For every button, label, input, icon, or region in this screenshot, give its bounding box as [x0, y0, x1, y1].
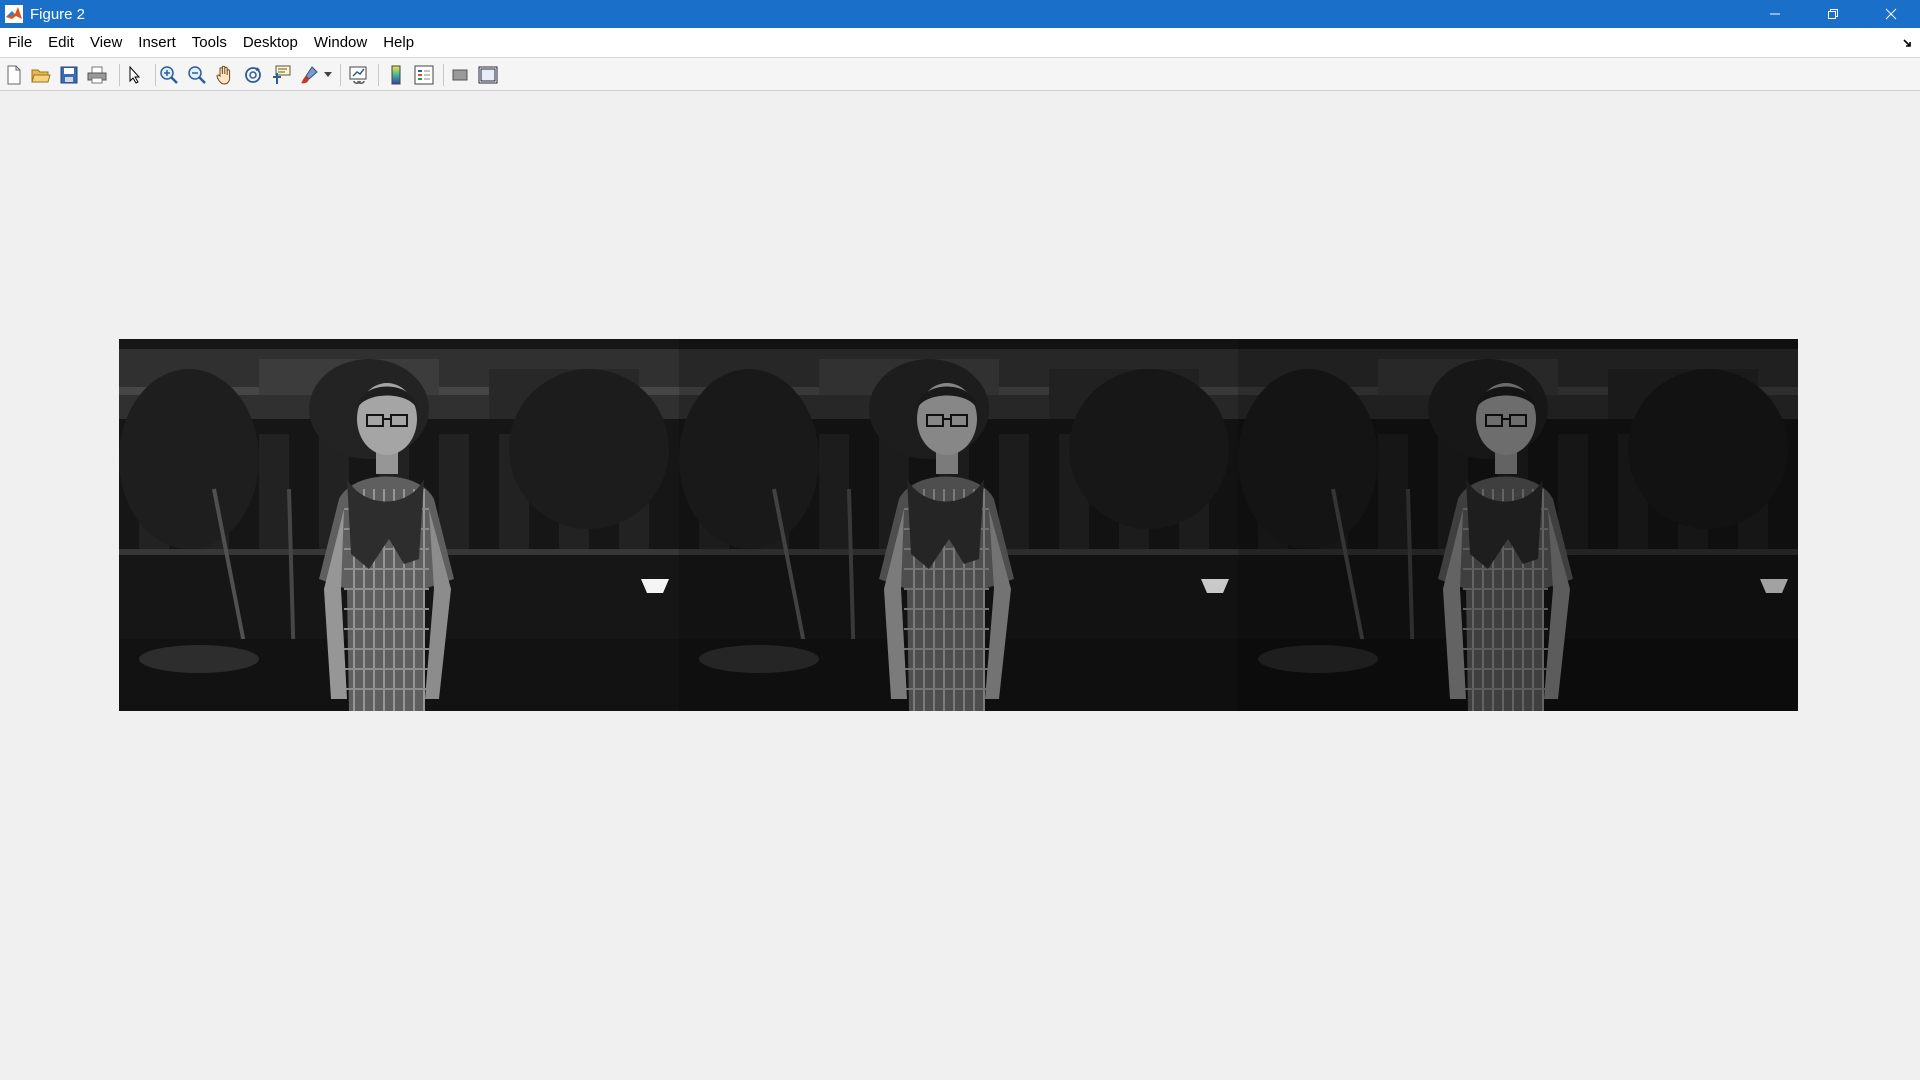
print-figure-icon [87, 66, 107, 84]
menu-bar: File Edit View Insert Tools Desktop Wind… [0, 28, 1920, 58]
data-cursor-button[interactable] [270, 64, 292, 86]
close-button[interactable] [1862, 0, 1920, 28]
hide-plot-tools-button[interactable] [449, 64, 471, 86]
link-plot-button[interactable] [348, 64, 370, 86]
chevron-down-icon [324, 72, 332, 77]
open-file-icon [31, 69, 51, 83]
show-plot-tools-icon [478, 66, 498, 84]
new-figure-button[interactable] [3, 64, 25, 86]
image-panel-2 [678, 339, 1239, 711]
menu-window[interactable]: Window [306, 28, 375, 58]
window-title: Figure 2 [30, 5, 86, 23]
restore-button[interactable] [1804, 0, 1862, 28]
print-figure-button[interactable] [86, 64, 108, 86]
link-plot-icon [349, 66, 367, 84]
menu-file[interactable]: File [0, 28, 40, 58]
dock-arrow-icon[interactable] [1902, 37, 1914, 49]
title-bar[interactable]: Figure 2 [0, 0, 1920, 28]
show-plot-tools-button[interactable] [477, 64, 499, 86]
rotate-3d-icon [245, 67, 261, 83]
insert-legend-button[interactable] [413, 64, 435, 86]
pan-hand-icon [216, 65, 231, 85]
menu-edit[interactable]: Edit [40, 28, 82, 58]
edit-plot-button[interactable] [124, 64, 146, 86]
zoom-out-icon [188, 66, 206, 84]
image-panel-3 [1238, 339, 1798, 711]
open-file-button[interactable] [30, 64, 52, 86]
menu-insert[interactable]: Insert [130, 28, 184, 58]
minimize-icon [1770, 13, 1780, 15]
zoom-in-icon [160, 66, 178, 84]
insert-colorbar-button[interactable] [385, 64, 407, 86]
menu-help[interactable]: Help [375, 28, 422, 58]
menu-tools[interactable]: Tools [184, 28, 235, 58]
image-panel-1 [119, 339, 679, 711]
save-figure-icon [60, 66, 78, 84]
restore-icon [1828, 9, 1838, 19]
hide-plot-tools-icon [452, 69, 468, 81]
image-axes[interactable] [119, 339, 1798, 711]
close-icon [1885, 8, 1897, 20]
zoom-in-button[interactable] [158, 64, 180, 86]
matlab-logo-icon [5, 5, 23, 23]
brush-button[interactable] [298, 64, 320, 86]
insert-colorbar-icon [391, 65, 401, 85]
pan-button[interactable] [214, 64, 236, 86]
menu-desktop[interactable]: Desktop [235, 28, 306, 58]
rotate-3d-button[interactable] [242, 64, 264, 86]
insert-legend-icon [414, 65, 434, 85]
zoom-out-button[interactable] [186, 64, 208, 86]
brush-icon [301, 66, 318, 84]
new-figure-icon [7, 65, 21, 85]
figure-toolbar [0, 58, 1920, 91]
data-cursor-icon [273, 65, 291, 84]
menu-view[interactable]: View [82, 28, 130, 58]
edit-plot-arrow-icon [129, 66, 141, 84]
brush-dropdown[interactable] [323, 64, 333, 86]
save-figure-button[interactable] [58, 64, 80, 86]
minimize-button[interactable] [1746, 0, 1804, 28]
